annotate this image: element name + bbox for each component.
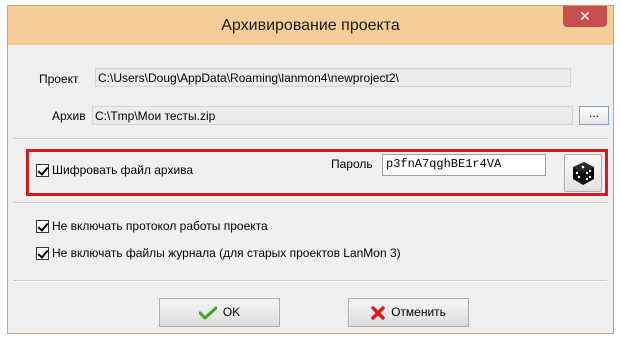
encrypt-label[interactable]: Шифровать файл архива bbox=[52, 163, 193, 177]
exclude-protocol-label[interactable]: Не включать протокол работы проекта bbox=[52, 219, 268, 233]
ok-button[interactable]: OK bbox=[159, 298, 280, 327]
exclude-protocol-checkbox[interactable] bbox=[36, 220, 49, 233]
separator bbox=[14, 280, 607, 282]
red-x-icon bbox=[371, 306, 385, 320]
cancel-button[interactable]: Отменить bbox=[348, 298, 469, 327]
exclude-logs-label[interactable]: Не включать файлы журнала (для старых пр… bbox=[52, 246, 401, 260]
project-label: Проект bbox=[39, 72, 79, 86]
ok-label: OK bbox=[222, 305, 241, 319]
checkmark-icon bbox=[198, 306, 217, 320]
browse-button[interactable]: ... bbox=[579, 106, 609, 125]
password-label: Пароль bbox=[331, 157, 373, 171]
dice-icon bbox=[573, 162, 594, 185]
title-bar: Архивирование проекта ✕ bbox=[8, 6, 613, 45]
encrypt-checkbox[interactable] bbox=[36, 164, 49, 177]
cancel-label: Отменить bbox=[391, 305, 446, 319]
project-path-field: C:\Users\Doug\AppData\Roaming\lanmon4\ne… bbox=[95, 68, 571, 87]
close-button[interactable]: ✕ bbox=[563, 6, 607, 27]
separator bbox=[14, 138, 607, 140]
dialog-title: Архивирование проекта bbox=[221, 17, 400, 34]
password-input[interactable]: p3fnA7qghBE1r4VA bbox=[382, 154, 546, 176]
archive-dialog: Архивирование проекта ✕ Проект C:\Users\… bbox=[7, 5, 614, 334]
exclude-logs-checkbox[interactable] bbox=[36, 247, 49, 260]
archive-label: Архив bbox=[52, 109, 86, 123]
separator bbox=[14, 202, 607, 204]
close-icon: ✕ bbox=[579, 8, 591, 24]
archive-path-field[interactable]: C:\Tmp\Мои тесты.zip bbox=[92, 106, 573, 125]
generate-password-button[interactable] bbox=[564, 154, 602, 192]
